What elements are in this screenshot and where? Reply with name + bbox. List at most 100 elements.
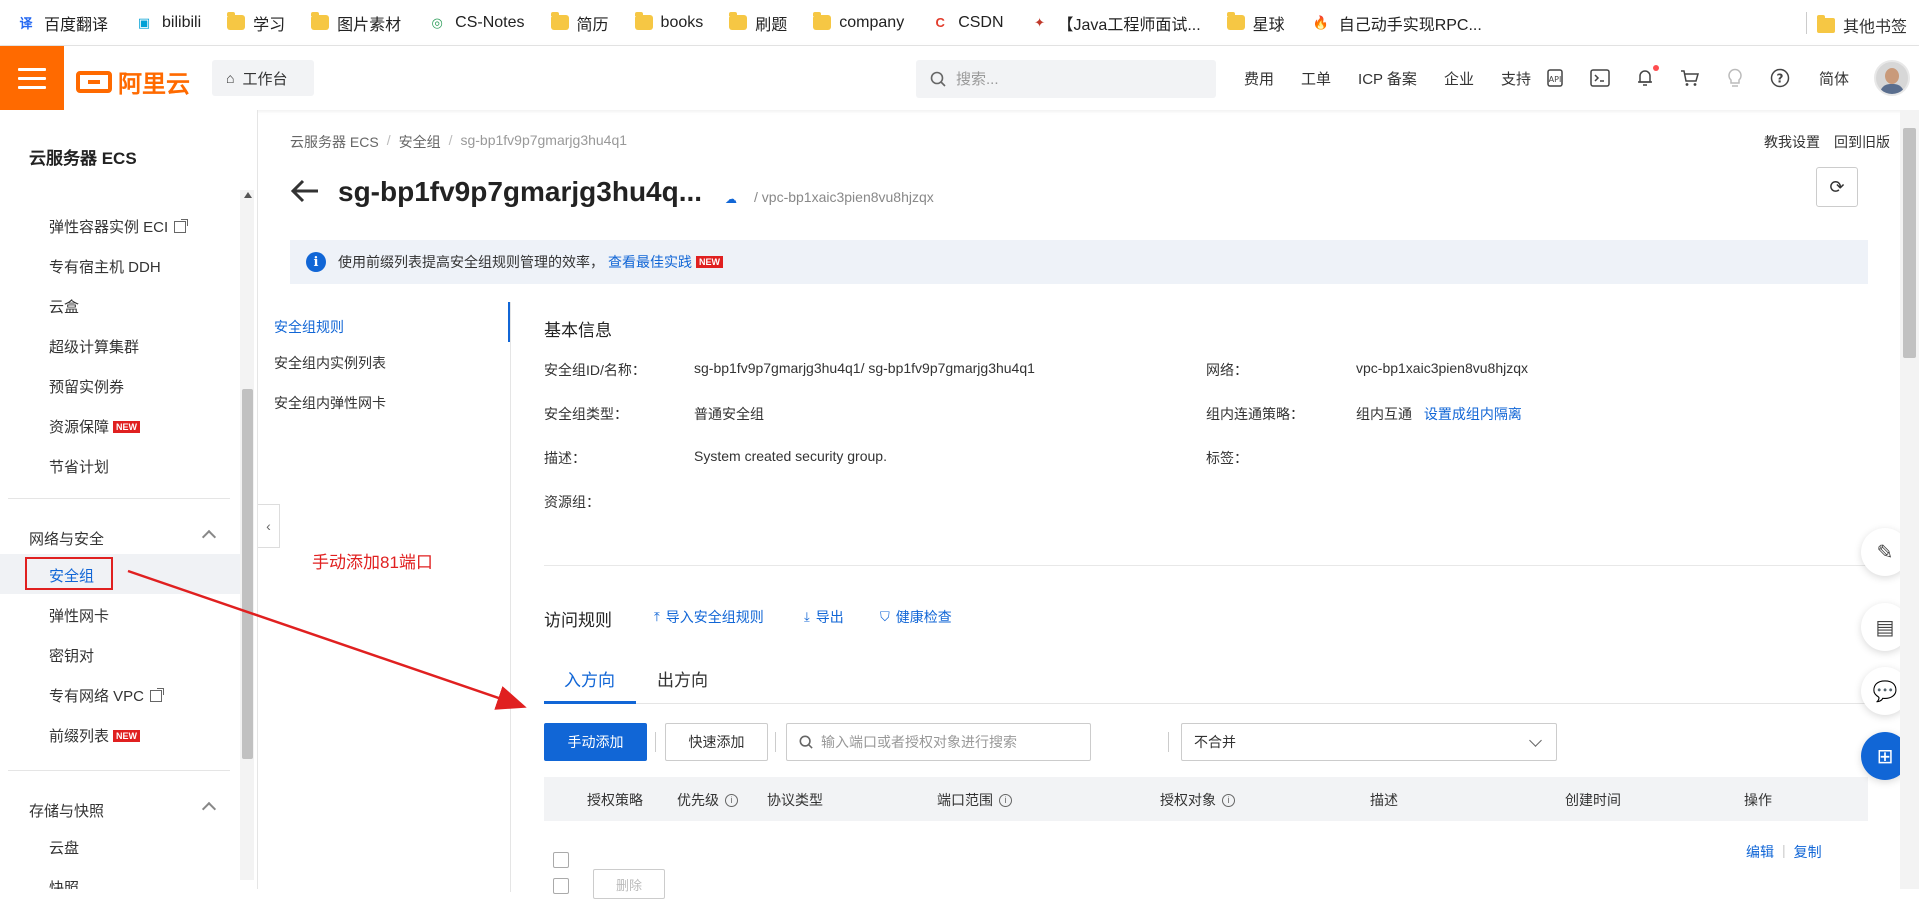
menu-icon[interactable] [0,46,64,110]
page-title: sg-bp1fv9p7gmarjg3hu4q... [338,176,703,207]
avatar[interactable] [1874,60,1910,96]
bookmark-10[interactable]: ✦ 【Java工程师面试... [1030,11,1201,35]
tab-inbound[interactable]: 入方向 [564,666,615,691]
bookmarks-separator [1806,12,1807,34]
sidebar-divider [8,498,230,499]
bookmark-3[interactable]: 图片素材 [311,11,401,35]
edit-link[interactable]: 编辑 [1746,842,1774,862]
row-checkbox[interactable] [553,852,569,868]
language-switch[interactable]: 简体 [1819,68,1849,89]
scroll-up-icon[interactable] [244,192,252,198]
sidebar-group-storage[interactable]: 存储与快照 [29,800,104,821]
breadcrumb-current: sg-bp1fv9p7gmarjg3hu4q1 [460,132,628,148]
bookmark-5[interactable]: 简历 [550,11,609,35]
rule-search[interactable] [786,723,1091,761]
select-all-checkbox[interactable] [553,878,569,894]
vpc-subtitle[interactable]: / vpc-bp1xaic3pien8vu8hjzqx [754,189,934,205]
bookmark-12[interactable]: 🔥 自己动手实现RPC... [1311,11,1482,35]
upload-icon: ⤒ [654,609,660,624]
resource-group-label: 资源组： [544,494,600,510]
main-scrollbar-thumb[interactable] [1903,128,1916,358]
nav-link-3[interactable]: 企业 [1444,68,1474,89]
sidebar-item-network_items-2[interactable]: 密钥对 [49,645,94,666]
merge-select[interactable]: 不合并 [1181,723,1557,761]
network-value[interactable]: vpc-bp1xaic3pien8vu8hjzqx [1356,360,1528,376]
sidebar-item-items-4[interactable]: 预留实例券 [49,376,124,397]
sidebar-item-storage_items-1[interactable]: 快照 [49,877,79,889]
bookmark-0[interactable]: 译百度翻译 [16,11,108,35]
chevron-up-icon[interactable] [201,801,217,817]
breadcrumb-security-group[interactable]: 安全组 [399,132,441,152]
chevron-up-icon[interactable] [201,529,217,545]
java-icon: ✦ [1034,14,1045,30]
sidebar-item-clipped: ▁▁▁ [49,176,84,180]
bookmark-8[interactable]: company [813,12,904,32]
nav-link-4[interactable]: 支持 [1501,68,1531,89]
sidebar-item-items-1[interactable]: 专有宿主机 DDH [49,256,161,277]
sidebar-item-storage_items-0[interactable]: 云盘 [49,837,79,858]
bookmarks-bar: 译百度翻译 ▣ bilibili 学习 图片素材 ◎ CS-Notes 简历 books 刷题 co… [0,0,1919,46]
cart-icon[interactable] [1679,67,1701,89]
health-check-button[interactable]: ⛉ 健康检查 [880,607,952,627]
cloud-icon: ☁ [725,192,737,206]
api-icon[interactable]: API [1544,67,1566,89]
subnav-instances[interactable]: 安全组内实例列表 [274,353,386,373]
bookmark-1[interactable]: ▣ bilibili [134,14,201,32]
nav-link-0[interactable]: 费用 [1244,68,1274,89]
translate-icon: 译 [19,16,33,31]
bell-icon[interactable] [1634,65,1659,89]
best-practice-link[interactable]: 查看最佳实践 [608,252,692,272]
sidebar-item-network_items-1[interactable]: 弹性网卡 [49,605,109,626]
lightbulb-icon[interactable] [1724,67,1746,89]
quick-add-button[interactable]: 快速添加 [665,723,768,761]
copy-link[interactable]: 复制 [1794,842,1822,862]
tab-outbound[interactable]: 出方向 [657,666,708,691]
new-badge: NEW [113,420,141,433]
manual-add-button[interactable]: 手动添加 [544,723,647,761]
bookmark-6[interactable]: books [634,12,703,32]
sidebar-item-items-5[interactable]: 资源保障 NEW [49,416,141,437]
info-circle-icon[interactable]: i [999,793,1012,807]
bookmark-4[interactable]: ◎ CS-Notes [427,14,525,32]
export-button[interactable]: ⤓ 导出 [804,607,844,627]
terminal-icon[interactable] [1589,67,1611,89]
import-rules-button[interactable]: ⤒ 导入安全组规则 [654,607,764,627]
nav-link-2[interactable]: ICP 备案 [1358,68,1417,89]
apps-icon: ⊞ [1876,745,1894,768]
svg-text:API: API [1549,75,1562,84]
sidebar-item-items-0[interactable]: 弹性容器实例 ECI [49,216,189,237]
folder-icon [813,12,832,30]
aliyun-logo[interactable]: 阿里云 [76,64,190,99]
rule-search-input[interactable] [821,734,1081,750]
old-version-link[interactable]: 回到旧版 [1834,132,1890,152]
sidebar-item-items-3[interactable]: 超级计算集群 [49,336,139,357]
global-search[interactable] [916,60,1216,98]
bookmark-7[interactable]: 刷题 [729,11,787,35]
info-circle-icon[interactable]: i [1222,793,1235,807]
sidebar-scrollbar-thumb[interactable] [242,389,253,759]
info-circle-icon[interactable]: i [725,793,738,807]
subnav-eni[interactable]: 安全组内弹性网卡 [274,393,386,413]
set-isolation-link[interactable]: 设置成组内隔离 [1424,406,1522,422]
global-search-input[interactable] [956,70,1196,88]
refresh-button[interactable]: ⟳ [1816,167,1858,207]
delete-button[interactable]: 删除 [593,869,665,899]
sidebar-item-network_items-4[interactable]: 前缀列表 NEW [49,725,141,746]
bookmark-2[interactable]: 学习 [227,11,285,35]
sidebar-item-items-2[interactable]: 云盒 [49,296,79,317]
bookmark-11[interactable]: 星球 [1226,11,1285,35]
breadcrumb-ecs[interactable]: 云服务器 ECS [290,132,379,152]
sidebar-item-network_items-3[interactable]: 专有网络 VPC [49,685,165,706]
workbench-button[interactable]: ⌂ 工作台 [212,60,314,96]
subnav-rules[interactable]: 安全组规则 [274,317,344,337]
sidebar-item-items-6[interactable]: 节省计划 [49,456,109,477]
help-icon[interactable]: ? [1769,67,1791,89]
sidebar-group-network[interactable]: 网络与安全 [29,528,104,549]
search-icon [930,71,946,87]
other-bookmarks[interactable]: 其他书签 [1816,13,1907,37]
back-arrow-icon[interactable] [290,174,320,211]
bookmark-9[interactable]: C CSDN [930,14,1003,32]
nav-link-1[interactable]: 工单 [1301,68,1331,89]
svg-text:?: ? [1777,72,1784,86]
guide-link[interactable]: 教我设置 [1764,132,1820,152]
